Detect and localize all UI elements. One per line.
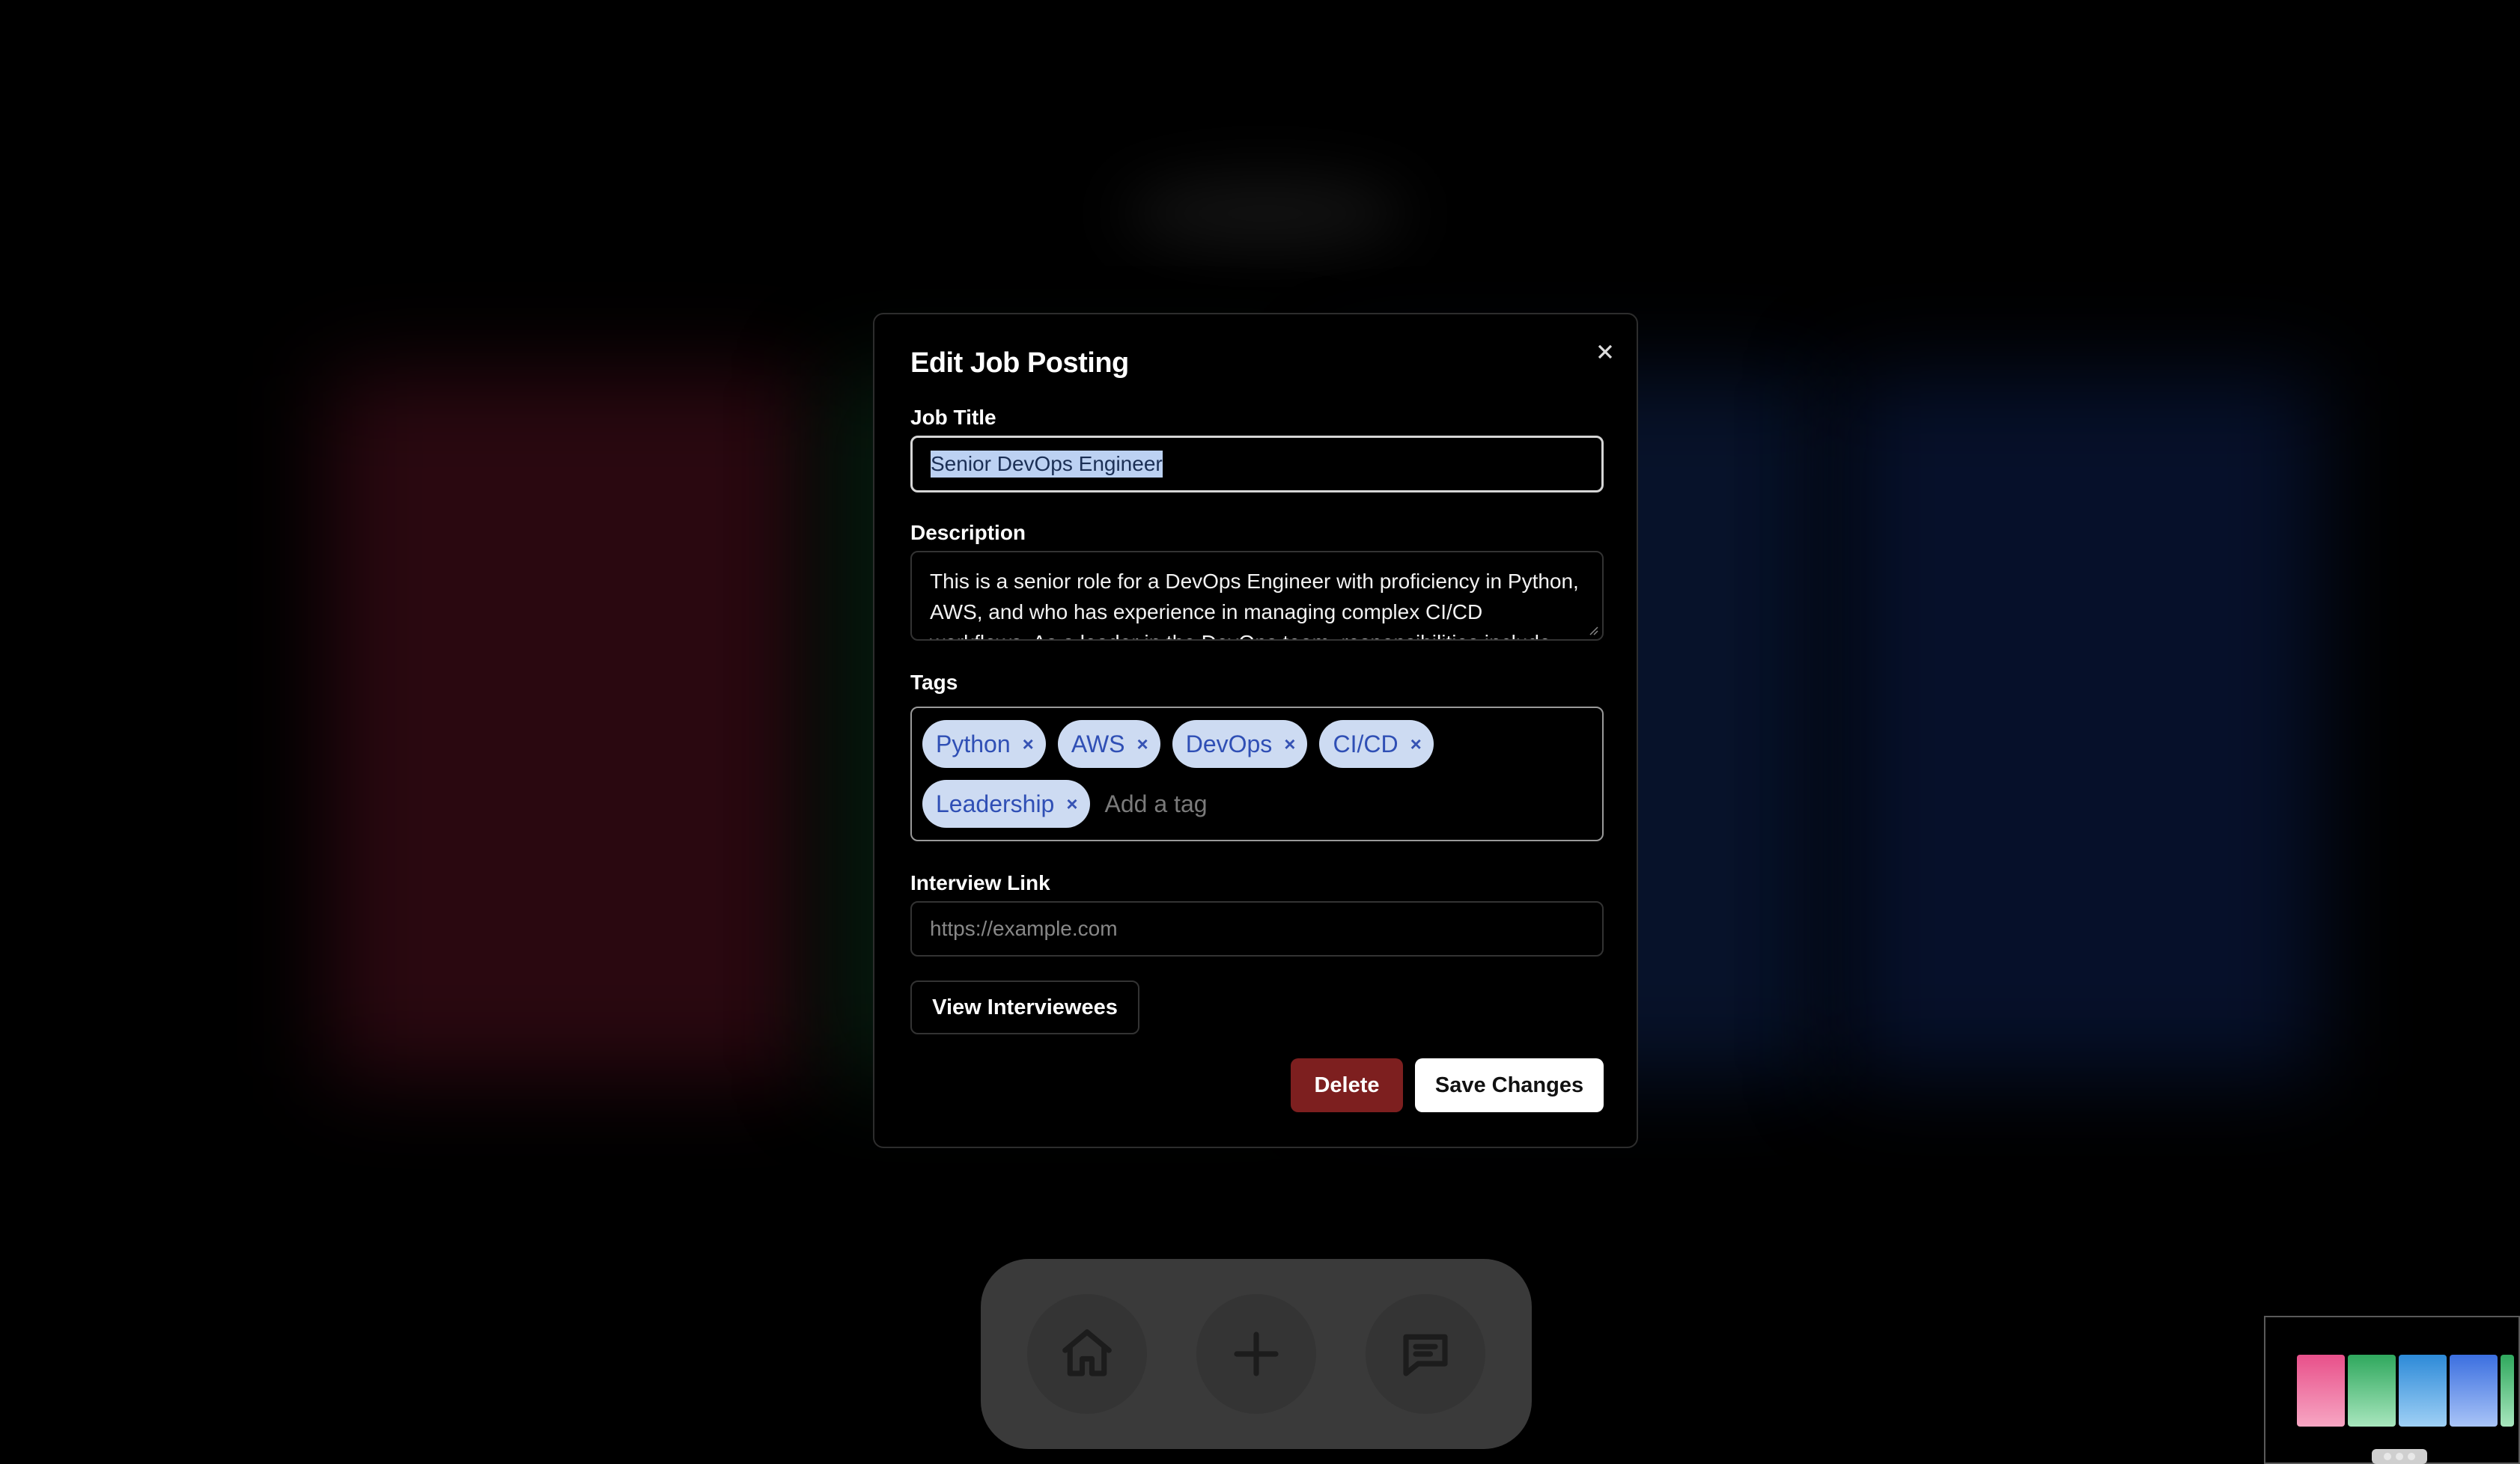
- tag-label: CI/CD: [1333, 730, 1399, 757]
- tag-remove-button[interactable]: ×: [1410, 734, 1422, 754]
- tag-label: AWS: [1071, 730, 1125, 757]
- view-interviewees-button[interactable]: View Interviewees: [910, 980, 1139, 1034]
- thumbnail-card: [2348, 1355, 2396, 1427]
- delete-button[interactable]: Delete: [1291, 1058, 1403, 1112]
- tag-chip: AWS ×: [1057, 720, 1160, 768]
- close-icon: [1598, 344, 1613, 359]
- tag-chip: Python ×: [922, 720, 1046, 768]
- background-header-blur: [1123, 180, 1407, 247]
- tag-chip: CI/CD ×: [1319, 720, 1434, 768]
- tags-field: Python × AWS × DevOps × CI/CD × Leadersh…: [910, 707, 1604, 841]
- add-button[interactable]: [1196, 1294, 1316, 1414]
- edit-job-modal: Edit Job Posting Job Title Senior DevOps…: [873, 313, 1638, 1148]
- resize-handle-icon[interactable]: [1587, 624, 1599, 636]
- tags-label: Tags: [910, 671, 958, 694]
- description-label: Description: [910, 521, 1026, 544]
- bottom-dock: [981, 1259, 1532, 1449]
- thumbnail-card: [2450, 1355, 2498, 1427]
- chat-icon: [1403, 1334, 1448, 1376]
- tag-remove-button[interactable]: ×: [1284, 734, 1295, 754]
- interview-link-input[interactable]: https://example.com: [910, 901, 1604, 957]
- thumbnail-card: [2501, 1355, 2514, 1427]
- chat-button[interactable]: [1366, 1294, 1485, 1414]
- home-icon: [1062, 1329, 1112, 1376]
- interview-link-placeholder: https://example.com: [930, 917, 1118, 940]
- thumbnail-card: [2399, 1355, 2447, 1427]
- tag-remove-button[interactable]: ×: [1137, 734, 1148, 754]
- tag-remove-button[interactable]: ×: [1023, 734, 1034, 754]
- tag-chip: DevOps ×: [1172, 720, 1308, 768]
- job-title-label: Job Title: [910, 406, 996, 429]
- tag-remove-button[interactable]: ×: [1066, 794, 1077, 814]
- thumbnail-card: [2297, 1355, 2345, 1427]
- save-changes-button[interactable]: Save Changes: [1415, 1058, 1604, 1112]
- page-thumbnail[interactable]: [2264, 1316, 2520, 1464]
- tag-label: Leadership: [936, 790, 1055, 817]
- tag-label: DevOps: [1185, 730, 1273, 757]
- interview-link-label: Interview Link: [910, 871, 1050, 894]
- background-job-card: [329, 374, 809, 1078]
- background-job-card: [1842, 374, 2321, 1078]
- job-title-value: Senior DevOps Engineer: [931, 451, 1163, 478]
- modal-title: Edit Job Posting: [910, 347, 1129, 379]
- description-textarea[interactable]: This is a senior role for a DevOps Engin…: [910, 551, 1604, 641]
- description-value: This is a senior role for a DevOps Engin…: [930, 570, 1579, 639]
- close-button[interactable]: [1593, 340, 1617, 364]
- home-button[interactable]: [1027, 1294, 1147, 1414]
- tag-label: Python: [936, 730, 1011, 757]
- plus-icon: [1234, 1332, 1279, 1376]
- job-title-input[interactable]: Senior DevOps Engineer: [910, 436, 1604, 492]
- tag-chip: Leadership ×: [922, 780, 1090, 828]
- add-tag-input[interactable]: Add a tag: [1102, 780, 1208, 828]
- thumbnail-dock: [2372, 1449, 2427, 1464]
